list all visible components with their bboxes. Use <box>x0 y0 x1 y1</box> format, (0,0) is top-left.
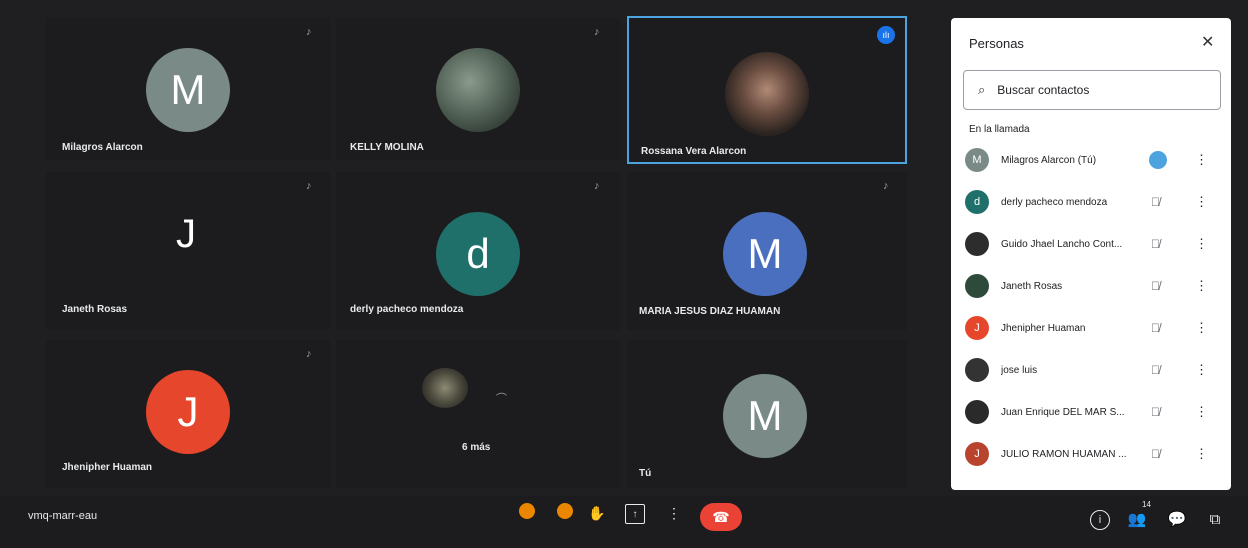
person-name: Guido Jhael Lancho Cont... <box>1001 238 1123 250</box>
avatar: M <box>146 48 230 132</box>
participant-name: Jhenipher Huaman <box>62 462 153 473</box>
list-item[interactable]: M Milagros Alarcon (Tú) ⋮ <box>963 142 1227 178</box>
avatar <box>965 232 989 256</box>
participant-name: Janeth Rosas <box>62 304 128 315</box>
participant-name: Tú <box>639 468 652 479</box>
raise-hand-icon[interactable]: ✋ <box>588 504 606 522</box>
self-tile[interactable]: M Tú <box>627 340 907 488</box>
participant-name: Rossana Vera Alarcon <box>641 146 747 157</box>
participant-name: KELLY MOLINA <box>350 142 424 153</box>
list-item[interactable]: Guido Jhael Lancho Cont... 🎙̸ ⋮ <box>963 226 1227 262</box>
more-options-icon[interactable]: ⋮ <box>1195 152 1208 168</box>
list-item[interactable]: Juan Enrique DEL MAR S... 🎙̸ ⋮ <box>963 394 1227 430</box>
participant-tile[interactable]: J ♪ Janeth Rosas <box>46 172 330 330</box>
people-icon[interactable]: 👥 <box>1126 508 1148 530</box>
person-name: JULIO RAMON HUAMAN ... <box>1001 448 1127 460</box>
more-count-label: 6 más <box>462 442 491 453</box>
more-options-icon[interactable]: ⋮ <box>1195 404 1208 420</box>
avatar: J <box>965 316 989 340</box>
chat-icon[interactable]: 💬 <box>1166 508 1188 530</box>
bottom-toolbar <box>0 496 1248 548</box>
participant-name: derly pacheco mendoza <box>350 304 464 315</box>
section-label: En la llamada <box>969 124 1030 135</box>
more-options-icon[interactable]: ⋮ <box>1195 278 1208 294</box>
more-options-icon[interactable]: ⋮ <box>1195 320 1208 336</box>
person-name: Janeth Rosas <box>1001 280 1063 292</box>
participant-tile[interactable]: M ♪ MARIA JESUS DIAZ HUAMAN <box>627 172 907 330</box>
meeting-code: vmq-marr-eau <box>28 510 98 522</box>
mic-icon: ♪ <box>306 348 312 360</box>
avatar: M <box>965 148 989 172</box>
mic-muted-icon: 🎙̸ <box>1151 195 1160 209</box>
participant-tile[interactable]: d ♪ derly pacheco mendoza <box>336 172 620 330</box>
speaking-indicator-icon <box>1149 151 1167 169</box>
search-placeholder: Buscar contactos <box>997 83 1090 97</box>
list-item[interactable]: Janeth Rosas 🎙̸ ⋮ <box>963 268 1227 304</box>
avatar: d <box>965 190 989 214</box>
mic-muted-icon: 🎙̸ <box>1151 363 1160 377</box>
mic-muted-icon: 🎙̸ <box>1151 321 1160 335</box>
more-participants-tile[interactable]: ⌒ 6 más <box>336 340 620 488</box>
participant-tile[interactable]: ♪ KELLY MOLINA <box>336 18 620 160</box>
person-name: Juan Enrique DEL MAR S... <box>1001 406 1125 418</box>
avatar: d <box>436 212 520 296</box>
mic-icon: ♪ <box>594 180 600 192</box>
people-panel: Personas ✕ ⌕ Buscar contactos En la llam… <box>951 18 1231 490</box>
mic-icon: ♪ <box>306 180 312 192</box>
search-input[interactable]: ⌕ Buscar contactos <box>963 70 1221 110</box>
participant-name: Milagros Alarcon <box>62 142 143 153</box>
avatar-photo <box>422 368 468 408</box>
mic-icon: ⌒ <box>496 393 507 405</box>
present-screen-icon[interactable]: ↑ <box>625 504 645 524</box>
avatar: J <box>176 212 196 256</box>
more-options-icon[interactable]: ⋮ <box>1195 236 1208 252</box>
avatar-photo <box>436 48 520 132</box>
person-name: derly pacheco mendoza <box>1001 196 1108 208</box>
more-options-icon[interactable]: ⋮ <box>667 504 681 522</box>
avatar <box>965 274 989 298</box>
speaking-indicator-icon: ılı <box>877 26 895 44</box>
hang-up-button[interactable]: ☎ <box>700 503 742 531</box>
person-name: Jhenipher Huaman <box>1001 322 1086 334</box>
mic-toggle-button[interactable] <box>519 503 535 519</box>
person-name: jose luis <box>1001 364 1038 376</box>
mic-muted-icon: 🎙̸ <box>1151 237 1160 251</box>
mic-muted-icon: 🎙̸ <box>1151 279 1160 293</box>
mic-muted-icon: 🎙̸ <box>1151 405 1160 419</box>
activities-icon[interactable]: ⧉ <box>1204 508 1226 530</box>
participant-name: MARIA JESUS DIAZ HUAMAN <box>639 306 781 317</box>
list-item[interactable]: jose luis 🎙̸ ⋮ <box>963 352 1227 388</box>
list-item[interactable]: d derly pacheco mendoza 🎙̸ ⋮ <box>963 184 1227 220</box>
list-item[interactable]: J Jhenipher Huaman 🎙̸ ⋮ <box>963 310 1227 346</box>
avatar <box>965 400 989 424</box>
panel-title: Personas <box>969 36 1024 51</box>
mic-muted-icon: 🎙̸ <box>1151 447 1160 461</box>
close-icon[interactable]: ✕ <box>1201 32 1214 52</box>
participant-count-badge: 14 <box>1142 500 1151 509</box>
avatar: M <box>723 212 807 296</box>
avatar: M <box>723 374 807 458</box>
list-item[interactable]: J JULIO RAMON HUAMAN ... 🎙̸ ⋮ <box>963 436 1227 472</box>
participant-tile-active[interactable]: ılı Rossana Vera Alarcon <box>627 16 907 164</box>
avatar <box>965 358 989 382</box>
camera-toggle-button[interactable] <box>557 503 573 519</box>
avatar: J <box>965 442 989 466</box>
info-icon[interactable]: i <box>1090 510 1110 530</box>
avatar-photo <box>725 52 809 136</box>
more-options-icon[interactable]: ⋮ <box>1195 194 1208 210</box>
more-options-icon[interactable]: ⋮ <box>1195 446 1208 462</box>
mic-icon: ♪ <box>883 180 889 192</box>
avatar: J <box>146 370 230 454</box>
mic-icon: ♪ <box>306 26 312 38</box>
person-name: Milagros Alarcon (Tú) <box>1001 154 1097 166</box>
participant-tile[interactable]: J ♪ Jhenipher Huaman <box>46 340 330 488</box>
participant-tile[interactable]: M ♪ Milagros Alarcon <box>46 18 330 160</box>
more-options-icon[interactable]: ⋮ <box>1195 362 1208 378</box>
mic-icon: ♪ <box>594 26 600 38</box>
search-icon: ⌕ <box>978 82 986 97</box>
